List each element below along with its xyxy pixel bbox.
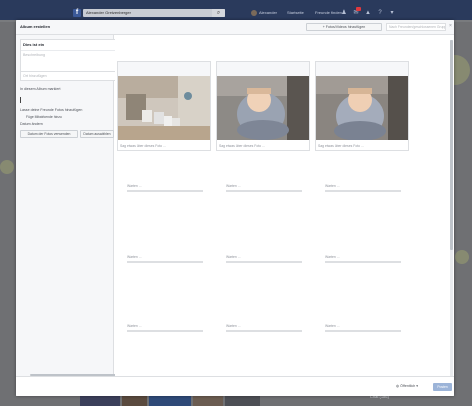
upload-progress-bar: [127, 330, 203, 332]
contributors-input[interactable]: Füge Mitwirkende hinzu: [26, 115, 62, 119]
friend-requests-icon[interactable]: ♟: [340, 9, 348, 17]
tag-input-cursor[interactable]: [20, 97, 21, 103]
upload-status: Warten ...: [127, 255, 142, 259]
photo-caption-input[interactable]: Sag etwas über dieses Foto ...: [120, 144, 166, 148]
upload-status: Warten ...: [325, 324, 340, 328]
upload-status: Warten ...: [127, 324, 142, 328]
photo-card-header: [118, 62, 210, 76]
add-photos-button[interactable]: + Fotos/Videos hinzufügen: [306, 23, 382, 31]
upload-progress-bar: [127, 261, 203, 263]
facebook-search-input[interactable]: Alexander Gretzenberger: [83, 9, 225, 17]
privacy-selector[interactable]: ◍ Öffentlich ▾: [396, 384, 418, 388]
upload-slot: Warten ...: [226, 324, 304, 332]
use-photo-date-button[interactable]: Datum der Fotos verwenden: [20, 130, 78, 138]
photo-card: Sag etwas über dieses Foto ...: [315, 61, 409, 151]
upload-status: Warten ...: [226, 324, 241, 328]
album-name-input[interactable]: Dies ist ein: [23, 42, 44, 47]
privacy-label: Öffentlich: [400, 384, 416, 388]
upload-progress-bar: [226, 330, 302, 332]
background-decoration: [0, 160, 14, 174]
dialog-header: Album erstellen + Fotos/Videos hinzufüge…: [16, 20, 454, 35]
upload-progress-bar: [127, 190, 203, 192]
album-description-input[interactable]: Beschreibung: [23, 53, 45, 57]
create-album-dialog: Album erstellen + Fotos/Videos hinzufüge…: [16, 20, 454, 396]
tag-people-input[interactable]: Nach Freunden/geschlossenen Gruppen such…: [386, 23, 446, 31]
upload-status: Warten ...: [226, 255, 241, 259]
upload-slot: Warten ...: [325, 324, 403, 332]
scrollbar-thumb[interactable]: [450, 40, 453, 250]
upload-status: Warten ...: [226, 184, 241, 188]
photo-thumbnail[interactable]: [118, 76, 210, 140]
avatar[interactable]: [251, 10, 257, 16]
notifications-icon[interactable]: ▲: [364, 9, 372, 17]
dialog-title: Album erstellen: [20, 24, 51, 29]
contributors-label: Lasse deine Freunde Fotos hinzufügen: [20, 108, 83, 112]
dialog-footer: ◍ Öffentlich ▾ Posten: [16, 376, 454, 396]
upload-status: Warten ...: [127, 184, 142, 188]
upload-slot: Warten ...: [226, 255, 304, 263]
notification-badge: [356, 7, 361, 11]
photo-card-header: [316, 62, 408, 76]
upload-status: Warten ...: [325, 184, 340, 188]
photo-card: Sag etwas über dieses Foto ...: [117, 61, 211, 151]
upload-slot: Warten ...: [325, 184, 403, 192]
facebook-topbar: f Alexander Gretzenberger ⌕ Alexander St…: [0, 0, 472, 20]
upload-progress-bar: [226, 261, 302, 263]
chevron-down-icon[interactable]: ▾: [388, 9, 396, 17]
facebook-logo-icon[interactable]: f: [73, 9, 81, 17]
vertical-scrollbar[interactable]: [450, 40, 453, 390]
nav-profile-link[interactable]: Alexander: [259, 9, 277, 17]
search-icon[interactable]: ⌕: [212, 9, 225, 17]
nav-home-link[interactable]: Startseite: [287, 9, 304, 17]
upload-slot: Warten ...: [127, 184, 205, 192]
upload-slot: Warten ...: [127, 324, 205, 332]
upload-progress-bar: [325, 330, 401, 332]
help-icon[interactable]: ?: [376, 9, 384, 17]
photo-thumbnail[interactable]: [217, 76, 309, 140]
album-details-panel: Dies ist ein Beschreibung Ort hinzufügen…: [16, 35, 122, 396]
upload-slot: Warten ...: [226, 184, 304, 192]
album-name-box: Dies ist ein Beschreibung: [20, 39, 122, 72]
upload-slot: Warten ...: [127, 255, 205, 263]
photo-thumbnail[interactable]: [316, 76, 408, 140]
upload-progress-bar: [325, 190, 401, 192]
photo-grid: Sag etwas über dieses Foto ... Sag etwas…: [115, 35, 454, 396]
post-button[interactable]: Posten: [433, 383, 452, 391]
upload-progress-bar: [226, 190, 302, 192]
photo-card: Sag etwas über dieses Foto ...: [216, 61, 310, 151]
location-input[interactable]: Ort hinzufügen: [20, 71, 122, 81]
divider: [21, 50, 121, 51]
upload-progress-bar: [325, 261, 401, 263]
close-icon[interactable]: ×: [449, 23, 452, 29]
choose-date-button[interactable]: Datum auswählen: [80, 130, 114, 138]
date-label: Datum ändern: [20, 122, 43, 126]
upload-status: Warten ...: [325, 255, 340, 259]
upload-slot: Warten ...: [325, 255, 403, 263]
photo-card-header: [217, 62, 309, 76]
nav-find-friends-link[interactable]: Freunde finden: [315, 9, 342, 17]
photo-caption-input[interactable]: Sag etwas über dieses Foto ...: [219, 144, 265, 148]
photo-caption-input[interactable]: Sag etwas über dieses Foto ...: [318, 144, 364, 148]
background-decoration: [455, 250, 469, 264]
location-placeholder: Ort hinzufügen: [23, 74, 47, 78]
tagged-label: In diesem Album markiert: [20, 87, 61, 91]
